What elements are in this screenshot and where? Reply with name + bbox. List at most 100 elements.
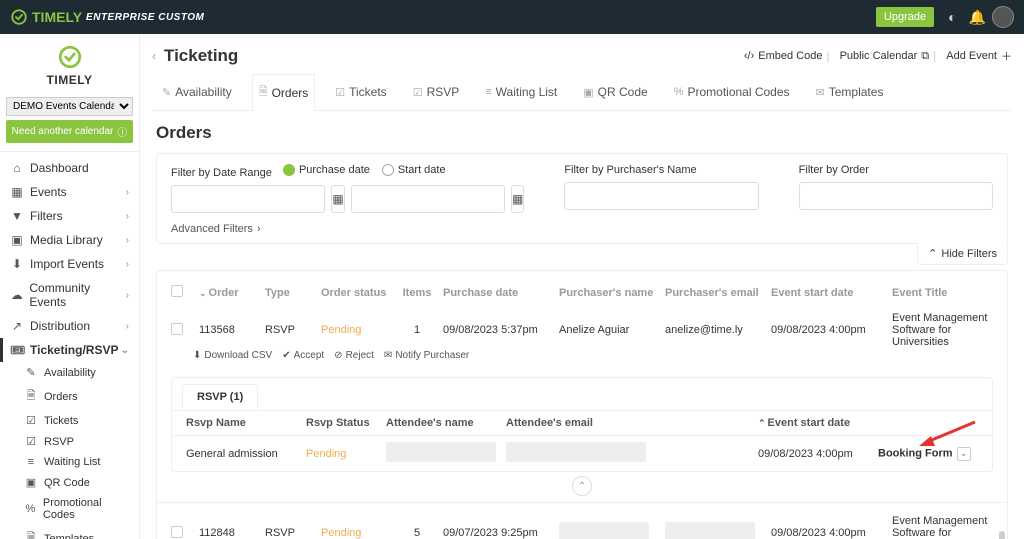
- row-checkbox[interactable]: [171, 526, 183, 538]
- public-calendar-link[interactable]: Public Calendar⧉: [840, 50, 930, 63]
- qr-icon: ▣: [583, 86, 593, 99]
- cloud-icon: ☁: [10, 288, 23, 302]
- cell-status: Pending: [321, 527, 391, 539]
- cell-type: RSVP: [265, 324, 315, 336]
- list-icon: ≡: [24, 456, 38, 468]
- help-icon[interactable]: ◐: [948, 9, 956, 25]
- doc-icon: 🗎: [24, 387, 38, 406]
- rh-status[interactable]: Rsvp Status: [306, 417, 386, 429]
- radio-purchase-date[interactable]: Purchase date: [283, 164, 370, 176]
- filter-icon: ▼: [10, 209, 24, 223]
- sidebar-item-events[interactable]: ▦Events›: [0, 180, 139, 204]
- rc-status: Pending: [306, 448, 386, 460]
- subitem-orders[interactable]: 🗎Orders: [24, 383, 139, 410]
- tab-rsvp[interactable]: ☑RSVP: [407, 74, 466, 110]
- chevron-right-icon: ›: [126, 259, 129, 270]
- action-accept[interactable]: ✔Accept: [282, 350, 324, 361]
- rh-aname[interactable]: Attendee's name: [386, 417, 506, 429]
- qr-icon: ▣: [24, 476, 38, 489]
- table-row: 112848 RSVP Pending 5 09/07/2023 9:25pm …: [157, 509, 1007, 539]
- tab-templates[interactable]: ✉Templates: [810, 74, 890, 110]
- row-checkbox[interactable]: [171, 323, 183, 335]
- doc-icon: 🗎: [24, 529, 38, 539]
- rh-aemail[interactable]: Attendee's email: [506, 417, 656, 429]
- action-reject[interactable]: ⊘Reject: [334, 350, 374, 361]
- th-status[interactable]: Order status: [321, 287, 391, 299]
- cell-estart: 09/08/2023 4:00pm: [771, 324, 886, 336]
- tab-waiting[interactable]: ≡Waiting List: [479, 74, 563, 110]
- sidebar-item-media[interactable]: ▣Media Library›: [0, 228, 139, 252]
- rh-start[interactable]: ⌃Event start date: [758, 417, 878, 429]
- subitem-templates[interactable]: 🗎Templates: [24, 525, 139, 539]
- tab-promo[interactable]: %Promotional Codes: [668, 74, 796, 110]
- subitem-rsvp[interactable]: ☑RSVP: [24, 431, 139, 452]
- chevron-right-icon: ›: [126, 321, 129, 332]
- subitem-waiting[interactable]: ≡Waiting List: [24, 452, 139, 472]
- th-pdate[interactable]: Purchase date: [443, 287, 553, 299]
- chevron-right-icon: ›: [126, 211, 129, 222]
- check-icon: ☑: [24, 414, 38, 427]
- purchaser-name-input[interactable]: [564, 182, 758, 210]
- date-to-calendar-button[interactable]: ▦: [511, 185, 524, 213]
- bell-icon[interactable]: 🔔: [969, 9, 986, 26]
- select-all-checkbox[interactable]: [171, 285, 183, 297]
- hide-filters-button[interactable]: ⌃Hide Filters: [917, 243, 1008, 265]
- th-order[interactable]: ⌄Order: [199, 287, 259, 299]
- th-items[interactable]: Items: [397, 287, 437, 299]
- cell-pdate: 09/08/2023 5:37pm: [443, 324, 553, 336]
- advanced-filters-toggle[interactable]: Advanced Filters›: [171, 223, 993, 235]
- sidebar-item-ticketing[interactable]: 🎟Ticketing/RSVP⌄: [0, 338, 139, 362]
- action-notify[interactable]: ✉Notify Purchaser: [384, 350, 469, 361]
- cell-pname: Anelize Aguiar: [559, 324, 659, 336]
- cell-order-id[interactable]: 112848: [199, 527, 259, 539]
- need-calendar-button[interactable]: Need another calendarⓘ: [6, 120, 133, 143]
- date-to-input[interactable]: [351, 185, 505, 213]
- tab-tickets[interactable]: ☑Tickets: [329, 74, 392, 110]
- orders-table: ⌄Order Type Order status Items Purchase …: [156, 270, 1008, 539]
- tab-orders[interactable]: 🗎Orders: [252, 74, 316, 111]
- chevron-right-icon: ›: [126, 235, 129, 246]
- radio-start-date[interactable]: Start date: [382, 164, 446, 176]
- sidebar-item-import[interactable]: ⬇Import Events›: [0, 252, 139, 276]
- back-chevron-icon[interactable]: ‹: [152, 49, 156, 63]
- download-icon: ⬇: [10, 257, 24, 271]
- add-event-button[interactable]: Add Event＋: [946, 48, 1012, 64]
- th-estart[interactable]: Event start date: [771, 287, 886, 299]
- th-pname[interactable]: Purchaser's name: [559, 287, 659, 299]
- date-from-input[interactable]: [171, 185, 325, 213]
- download-icon: ⬇: [193, 350, 201, 361]
- sidebar-item-dashboard[interactable]: ⌂Dashboard: [0, 156, 139, 180]
- th-etitle[interactable]: Event Title: [892, 287, 993, 299]
- cell-estart: 09/08/2023 4:00pm: [771, 527, 886, 539]
- sidebar-item-filters[interactable]: ▼Filters›: [0, 204, 139, 228]
- rh-name[interactable]: Rsvp Name: [186, 417, 306, 429]
- booking-form-dropdown[interactable]: Booking Form⌄: [878, 447, 978, 461]
- upgrade-button[interactable]: Upgrade: [876, 7, 934, 27]
- subitem-promo[interactable]: %Promotional Codes: [24, 493, 139, 525]
- calendar-selector[interactable]: DEMO Events Calendar (M…: [6, 97, 133, 116]
- tab-qrcode[interactable]: ▣QR Code: [577, 74, 653, 110]
- th-pemail[interactable]: Purchaser's email: [665, 287, 765, 299]
- subitem-tickets[interactable]: ☑Tickets: [24, 410, 139, 431]
- sidebar-item-community[interactable]: ☁Community Events›: [0, 276, 139, 314]
- rsvp-tab[interactable]: RSVP (1): [182, 384, 258, 410]
- list-icon: ≡: [485, 86, 491, 98]
- embed-code-link[interactable]: ‹/›Embed Code: [744, 50, 823, 62]
- subitem-qrcode[interactable]: ▣QR Code: [24, 472, 139, 493]
- rc-name: General admission: [186, 448, 306, 460]
- th-type[interactable]: Type: [265, 287, 315, 299]
- check-icon: ☑: [335, 86, 345, 99]
- doc-icon: 🗎: [259, 83, 268, 102]
- action-download-csv[interactable]: ⬇Download CSV: [193, 350, 272, 361]
- cell-order-id[interactable]: 113568: [199, 324, 259, 336]
- collapse-row-button[interactable]: ⌃: [572, 476, 592, 496]
- tab-availability[interactable]: ✎Availability: [156, 74, 238, 110]
- scrollbar[interactable]: [999, 531, 1005, 539]
- date-from-calendar-button[interactable]: ▦: [331, 185, 344, 213]
- order-input[interactable]: [799, 182, 993, 210]
- table-row: 113568 RSVP Pending 1 09/08/2023 5:37pm …: [157, 306, 1007, 367]
- sidebar-item-distribution[interactable]: ↗Distribution›: [0, 314, 139, 338]
- avatar[interactable]: [992, 6, 1014, 28]
- cell-items: 5: [397, 527, 437, 539]
- subitem-availability[interactable]: ✎Availability: [24, 362, 139, 383]
